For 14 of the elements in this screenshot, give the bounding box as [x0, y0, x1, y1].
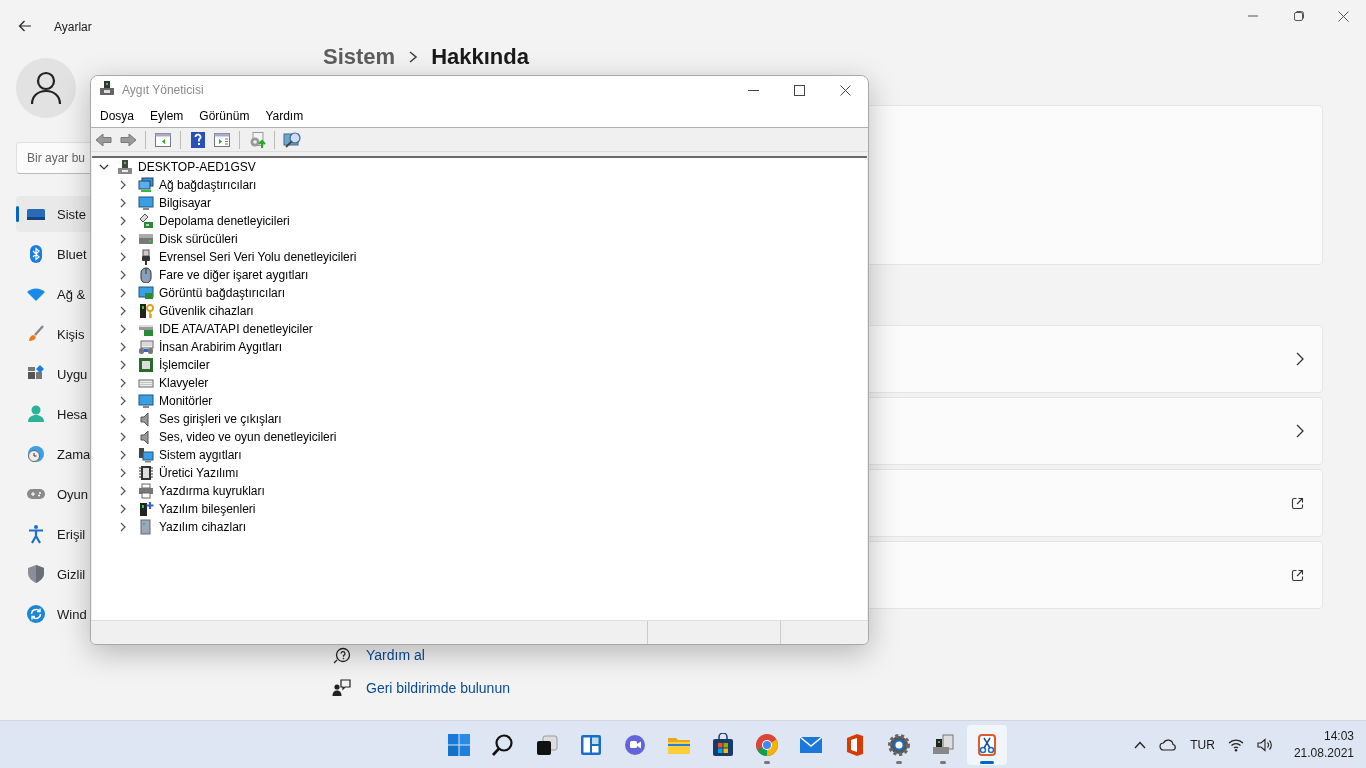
breadcrumb-item: Hakkında: [431, 44, 529, 70]
nav-label: Oyun: [57, 486, 89, 502]
nav-label: Wind: [57, 606, 87, 622]
nav-label: Zama: [57, 446, 91, 462]
nav-label: Bluet: [57, 246, 87, 262]
nav-label: Siste: [57, 206, 86, 222]
nav-label: Kişis: [57, 326, 85, 342]
nav-label: Hesa: [57, 406, 88, 422]
window-title: Ayarlar: [54, 20, 92, 34]
nav-label: Ağ &: [57, 286, 86, 302]
nav-label: Uygu: [57, 366, 88, 382]
nav-label: Gizlil: [57, 566, 86, 582]
nav-label: Erişil: [57, 526, 86, 542]
window-title: Aygıt Yöneticisi: [122, 83, 204, 97]
